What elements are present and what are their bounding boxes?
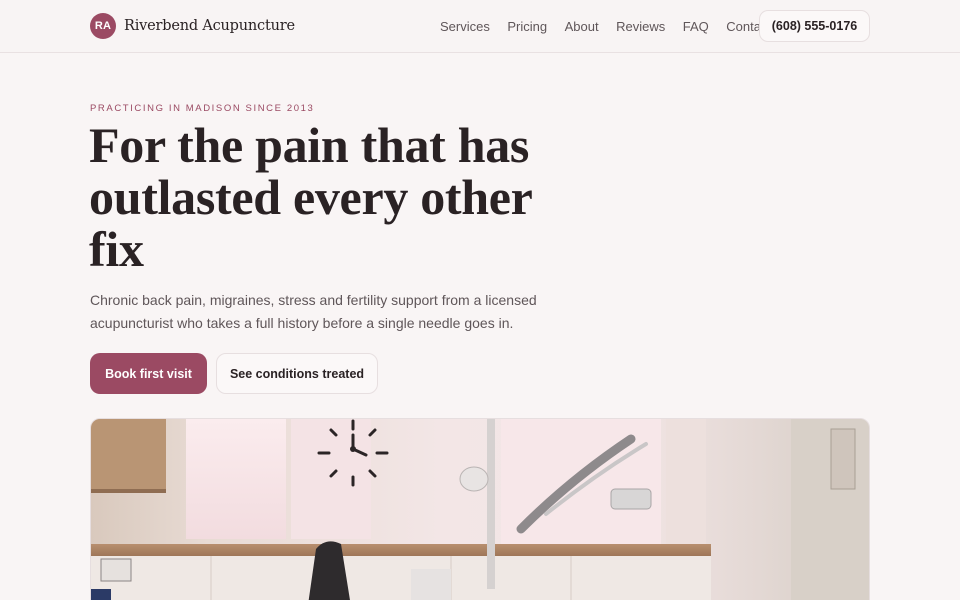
phone-button[interactable]: (608) 555-0176: [759, 10, 870, 42]
treatment-room-photo: [90, 418, 870, 600]
hero-eyebrow: PRACTICING IN MADISON SINCE 2013: [90, 103, 315, 114]
nav-link-services[interactable]: Services: [440, 19, 490, 34]
hero-headline: For the pain that has outlasted every ot…: [89, 117, 532, 277]
main-nav: Services Pricing About Reviews FAQ Conta…: [440, 18, 771, 34]
nav-link-faq[interactable]: FAQ: [683, 19, 709, 34]
treatment-room-illustration: [91, 419, 869, 600]
nav-link-about[interactable]: About: [565, 19, 599, 34]
see-conditions-button[interactable]: See conditions treated: [216, 353, 378, 394]
brand-badge: RA: [90, 13, 116, 39]
nav-link-reviews[interactable]: Reviews: [616, 19, 665, 34]
brand-name: Riverbend Acupuncture: [124, 18, 295, 34]
nav-link-pricing[interactable]: Pricing: [507, 19, 547, 34]
site-header: RA Riverbend Acupuncture Services Pricin…: [0, 0, 960, 53]
book-first-visit-button[interactable]: Book first visit: [90, 353, 207, 394]
brand-logo-link[interactable]: RA Riverbend Acupuncture: [90, 13, 295, 39]
hero-lede: Chronic back pain, migraines, stress and…: [90, 292, 537, 331]
